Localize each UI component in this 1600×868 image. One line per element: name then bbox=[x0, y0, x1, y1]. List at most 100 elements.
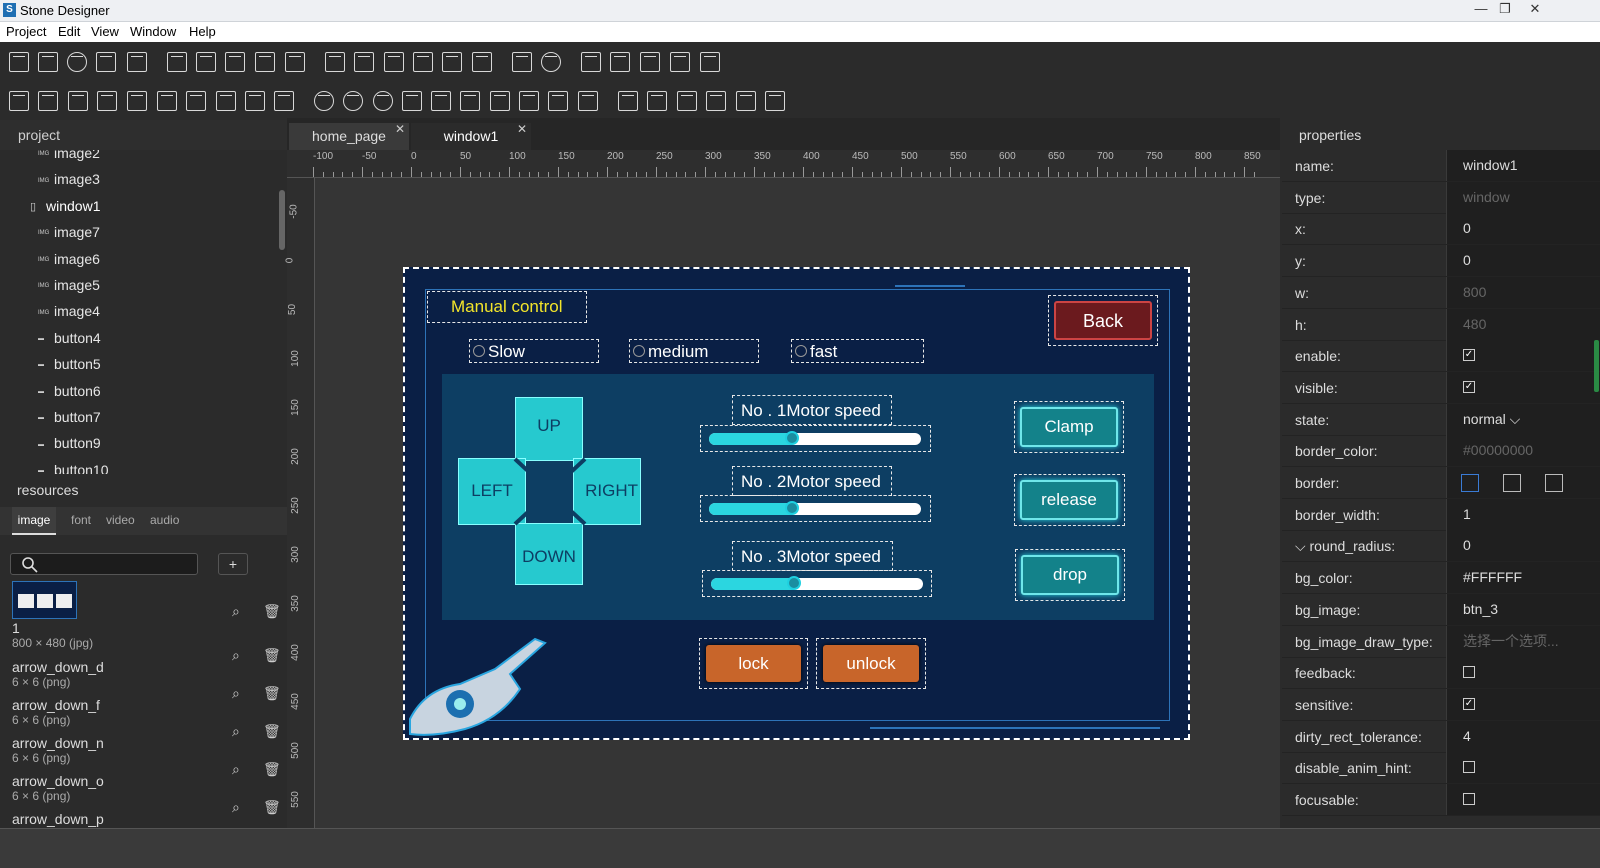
prop-value[interactable]: window bbox=[1446, 181, 1600, 213]
motor-3-slider[interactable] bbox=[711, 576, 923, 590]
image-svg-icon[interactable] bbox=[225, 52, 245, 72]
radio-icon[interactable] bbox=[67, 52, 87, 72]
list-lines-icon[interactable] bbox=[647, 91, 667, 111]
checkbox-icon[interactable] bbox=[1463, 761, 1475, 774]
down-button[interactable]: DOWN bbox=[515, 523, 583, 585]
tree-item-image6[interactable]: IMG image6 bbox=[38, 246, 100, 272]
btn-icon[interactable] bbox=[9, 52, 29, 72]
close-tab-icon[interactable]: ✕ bbox=[517, 116, 527, 143]
resource-item[interactable]: arrow_down_d 6 × 6 (png) bbox=[12, 659, 104, 689]
tab-video[interactable]: video bbox=[106, 513, 135, 527]
gauge-icon[interactable] bbox=[373, 91, 393, 111]
tree-item-button7[interactable]: ▬ button7 bbox=[38, 404, 101, 430]
list-number-icon[interactable] bbox=[157, 91, 177, 111]
tree-item-button9[interactable]: ▬ button9 bbox=[38, 430, 101, 456]
prop-value[interactable]: 0 bbox=[1446, 245, 1600, 277]
list-icon[interactable] bbox=[127, 52, 147, 72]
border-style-icon[interactable] bbox=[1503, 474, 1521, 492]
slider-vertical-icon[interactable] bbox=[610, 52, 630, 72]
tree-item-button10[interactable]: ▬ button10 bbox=[38, 457, 109, 474]
tree-item-image2[interactable]: IMG image2 bbox=[38, 150, 100, 166]
grid-icon[interactable] bbox=[618, 91, 638, 111]
list-view-icon[interactable] bbox=[97, 91, 117, 111]
up-button[interactable]: UP bbox=[515, 397, 583, 461]
prop-value[interactable] bbox=[1446, 784, 1600, 815]
label-font-icon[interactable] bbox=[472, 52, 492, 72]
resource-item[interactable]: arrow_down_n 6 × 6 (png) bbox=[12, 735, 104, 765]
menu-view[interactable]: View bbox=[91, 24, 119, 39]
trash-icon[interactable]: 🗑 bbox=[263, 761, 281, 778]
prop-value[interactable]: ✓ bbox=[1446, 371, 1600, 403]
edit-multi-icon[interactable] bbox=[354, 52, 374, 72]
radio-slow[interactable]: Slow bbox=[469, 339, 599, 363]
clamp-button[interactable]: Clamp bbox=[1020, 407, 1118, 447]
preview-icon[interactable]: ⌕ bbox=[232, 647, 240, 664]
move-icon[interactable] bbox=[706, 91, 726, 111]
monitor-icon[interactable] bbox=[216, 91, 236, 111]
label-icon[interactable] bbox=[413, 52, 433, 72]
edit-text-icon[interactable] bbox=[384, 52, 404, 72]
progress-circle-icon[interactable] bbox=[541, 52, 561, 72]
add-resource-button[interactable]: + bbox=[218, 553, 248, 575]
motor-2-slider[interactable] bbox=[709, 501, 921, 515]
prop-value[interactable]: 1 bbox=[1446, 498, 1600, 530]
list-bullet-icon[interactable] bbox=[127, 91, 147, 111]
back-button[interactable]: Back bbox=[1048, 295, 1158, 346]
menu-window[interactable]: Window bbox=[130, 24, 176, 39]
unlock-icon[interactable] bbox=[700, 52, 720, 72]
prop-value[interactable]: 0 bbox=[1446, 530, 1600, 562]
menu-help[interactable]: Help bbox=[189, 24, 216, 39]
split-v-icon[interactable] bbox=[519, 91, 539, 111]
restore-button[interactable]: ❐ bbox=[1490, 0, 1520, 20]
prop-value[interactable]: 0 bbox=[1446, 213, 1600, 245]
close-button[interactable]: ✕ bbox=[1520, 0, 1550, 20]
checked-checkbox-icon[interactable]: ✓ bbox=[1463, 349, 1475, 362]
prop-value[interactable]: normal ⌵ bbox=[1446, 403, 1600, 435]
clock-icon[interactable] bbox=[314, 91, 334, 111]
switch-icon[interactable] bbox=[96, 52, 116, 72]
prop-value[interactable]: #00000000 bbox=[1446, 435, 1600, 467]
tree-item-button6[interactable]: ▬ button6 bbox=[38, 378, 101, 404]
table-icon[interactable] bbox=[38, 91, 58, 111]
tab-image[interactable]: image bbox=[12, 507, 56, 535]
underline-icon[interactable] bbox=[9, 91, 29, 111]
motor-1-slider[interactable] bbox=[709, 431, 921, 445]
columns-icon[interactable] bbox=[460, 91, 480, 111]
image-icon[interactable] bbox=[255, 52, 275, 72]
combo-icon[interactable] bbox=[68, 91, 88, 111]
prop-value[interactable]: ✓ bbox=[1446, 688, 1600, 720]
prop-value[interactable]: #FFFFFF bbox=[1446, 562, 1600, 594]
barcode-icon[interactable] bbox=[736, 91, 756, 111]
resource-search-input[interactable] bbox=[10, 553, 198, 575]
window1-design[interactable]: Manual control Back Slow medium fast UP … bbox=[403, 267, 1190, 740]
chart-line-icon[interactable] bbox=[167, 52, 187, 72]
trash-icon[interactable]: 🗑 bbox=[263, 685, 281, 702]
release-button[interactable]: release bbox=[1020, 480, 1118, 520]
tree-item-image7[interactable]: IMG image7 bbox=[38, 219, 100, 245]
tree-item-button4[interactable]: ▬ button4 bbox=[38, 325, 101, 351]
trash-icon[interactable]: 🗑 bbox=[263, 723, 281, 740]
image-gif-icon[interactable] bbox=[196, 52, 216, 72]
border-style-icon[interactable] bbox=[1461, 474, 1479, 492]
thermometer-icon[interactable] bbox=[402, 91, 422, 111]
prop-value[interactable] bbox=[1446, 467, 1600, 498]
scroll-bar-icon[interactable] bbox=[274, 91, 294, 111]
slider-knob[interactable] bbox=[784, 501, 799, 515]
motor-2-label[interactable]: No . 2Motor speed bbox=[732, 466, 892, 496]
tab-font[interactable]: font bbox=[71, 513, 91, 527]
border-style-icon[interactable] bbox=[1545, 474, 1563, 492]
tree-item-image3[interactable]: IMG image3 bbox=[38, 166, 100, 192]
screen-icon[interactable] bbox=[186, 91, 206, 111]
scroll-v-icon[interactable] bbox=[245, 91, 265, 111]
prop-value[interactable]: ✓ bbox=[1446, 340, 1600, 372]
preview-icon[interactable]: ⌕ bbox=[232, 603, 240, 620]
resource-item[interactable]: 1 800 × 480 (jpg) bbox=[12, 620, 93, 650]
unlock-button[interactable]: unlock bbox=[823, 645, 919, 682]
prop-value[interactable]: 800 bbox=[1446, 276, 1600, 308]
crop-icon[interactable] bbox=[677, 91, 697, 111]
trash-icon[interactable]: 🗑 bbox=[263, 799, 281, 816]
label-text-icon[interactable] bbox=[442, 52, 462, 72]
prop-value[interactable] bbox=[1446, 657, 1600, 689]
image-animation-icon[interactable] bbox=[285, 52, 305, 72]
prop-value[interactable]: window1 bbox=[1446, 150, 1600, 181]
